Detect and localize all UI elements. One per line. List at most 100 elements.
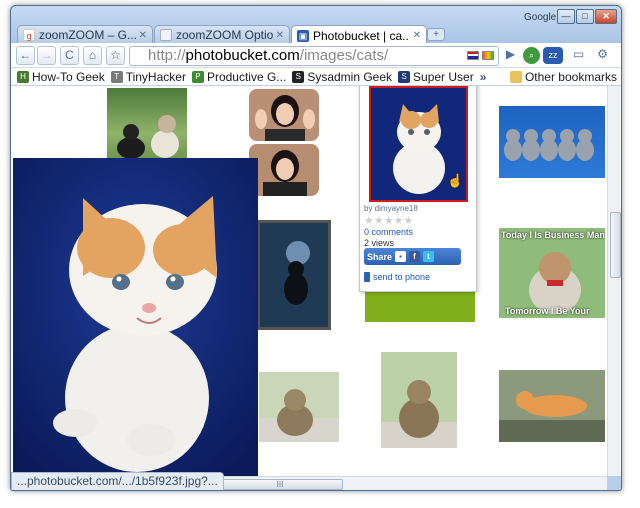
framed-cat-image	[260, 223, 328, 327]
url-scheme: http://	[148, 47, 186, 64]
tabby-cat-image-1	[259, 372, 339, 442]
folder-icon	[509, 70, 522, 83]
business-cat-image	[499, 228, 605, 318]
ginger-cat-image	[499, 370, 605, 442]
minimize-button[interactable]: —	[557, 9, 575, 24]
facebook-icon[interactable]: f	[409, 251, 421, 262]
thumbnail-tabby-sitting-1[interactable]	[259, 372, 339, 442]
zoom-preview-kitten	[13, 158, 258, 476]
back-button[interactable]: ←	[16, 46, 35, 65]
bookmark-label: TinyHacker	[125, 69, 186, 84]
photo-hover-card: by dimyayne18 ★★★★★ 0 comments 2 views S…	[359, 86, 477, 292]
kittens-row-image	[504, 129, 594, 161]
extension-page-icon[interactable]	[482, 51, 494, 60]
thumbnail-green-strip[interactable]	[365, 292, 475, 322]
business-caption-top: Today I Is Business Man	[501, 230, 605, 240]
comments-link[interactable]: 0 comments	[364, 227, 413, 237]
phone-icon	[364, 272, 370, 282]
superuser-icon: S	[398, 70, 411, 83]
woman-photo-2	[249, 144, 319, 196]
sg-icon: S	[292, 70, 305, 83]
star-bookmark-button[interactable]: ☆	[106, 46, 125, 65]
other-bookmarks-folder[interactable]: Other bookmarks	[509, 69, 617, 84]
tinyhacker-icon: T	[110, 70, 123, 83]
other-bookmarks-label: Other bookmarks	[524, 69, 617, 84]
bookmark-productive-geek[interactable]: P Productive G...	[191, 69, 287, 84]
tab-close-icon[interactable]: ✕	[139, 30, 147, 41]
woman-photo-1	[249, 89, 319, 141]
reload-button[interactable]: C	[60, 46, 79, 65]
page-favicon-icon	[160, 29, 172, 41]
zoom-level-icon[interactable]: zz	[543, 47, 563, 64]
url-host: photobucket.com	[185, 47, 300, 64]
zoom-extension-icon[interactable]: ⌕	[523, 47, 540, 64]
tab-zoomzoom-google[interactable]: g zoomZOOM – G... ✕	[17, 25, 153, 44]
bookmark-tinyhacker[interactable]: T TinyHacker	[110, 69, 186, 84]
windows-live-icon[interactable]: ▪	[395, 251, 407, 262]
tab-strip: Google — □ ✕ g zoomZOOM – G... ✕ zoomZOO…	[11, 6, 621, 45]
horizontal-scroll-thumb[interactable]: III	[217, 479, 343, 490]
thumbnail-cats-garden[interactable]	[107, 88, 187, 164]
bookmark-label: Sysadmin Geek	[307, 69, 393, 84]
home-button[interactable]: ⌂	[83, 46, 102, 65]
thumbnail-kittens-row[interactable]	[499, 106, 605, 178]
status-bubble: ...photobucket.com/.../1b5f923f.jpg?...	[11, 472, 224, 490]
bookmark-how-to-geek[interactable]: H How-To Geek	[17, 70, 105, 84]
zoomed-kitten-image	[13, 158, 258, 476]
page-content: Today I Is Business Man Tomorrow I Be Yo…	[11, 86, 607, 476]
page-menu-icon[interactable]: ▭	[569, 46, 588, 65]
pg-icon: P	[191, 70, 204, 83]
bookmark-super-user[interactable]: S Super User	[398, 70, 474, 84]
twitter-icon[interactable]: t	[423, 251, 435, 262]
photo-author[interactable]: by dimyayne18	[364, 204, 418, 213]
address-bar-indicators	[467, 51, 494, 60]
go-button[interactable]: ▶	[501, 46, 520, 65]
hand-cursor-icon: ☝	[447, 173, 464, 188]
tab-close-icon[interactable]: ✕	[276, 30, 284, 41]
address-bar[interactable]: http://photobucket.com/images/cats/	[129, 46, 499, 66]
new-tab-button[interactable]: +	[427, 28, 445, 41]
thumbnail-woman-1[interactable]	[249, 89, 319, 141]
share-label: Share	[367, 251, 393, 262]
views-count: 2 views	[364, 238, 395, 248]
forward-button[interactable]: →	[37, 46, 56, 65]
bookmarks-overflow-chevron[interactable]: »	[480, 70, 487, 84]
thumbnail-framed-cat-moon[interactable]	[257, 220, 331, 330]
bookmark-label: Super User	[413, 69, 474, 84]
htg-icon: H	[17, 70, 29, 83]
navigation-toolbar: ← → C ⌂ ☆ http://photobucket.com/images/…	[11, 43, 621, 68]
tab-title: Photobucket | ca...	[313, 28, 410, 43]
send-to-phone-link[interactable]: send to phone	[364, 272, 430, 282]
wrench-menu-icon[interactable]: ⚙	[593, 46, 612, 65]
close-button[interactable]: ✕	[595, 9, 617, 24]
vertical-scroll-thumb[interactable]	[610, 212, 621, 278]
tab-title: zoomZOOM Options	[176, 28, 273, 42]
rating-stars[interactable]: ★★★★★	[364, 214, 413, 227]
send-to-phone-label: send to phone	[373, 272, 431, 282]
tabby-cat-image-2	[381, 352, 457, 448]
tab-close-icon[interactable]: ✕	[413, 30, 421, 41]
bookmark-label: Productive G...	[206, 69, 287, 84]
maximize-button[interactable]: □	[576, 9, 594, 24]
thumbnail-ginger-cat-running[interactable]	[499, 370, 605, 442]
bookmark-label: How-To Geek	[32, 69, 105, 84]
photobucket-favicon-icon: ▣	[297, 29, 309, 42]
google-favicon-icon: g	[23, 29, 35, 41]
bookmark-sysadmin-geek[interactable]: S Sysadmin Geek	[292, 70, 392, 84]
google-brand-label: Google	[524, 12, 557, 23]
vertical-scrollbar[interactable]	[607, 86, 621, 476]
thumbnail-tabby-sitting-2[interactable]	[381, 352, 457, 448]
business-caption-bottom: Tomorrow I Be Your	[505, 306, 590, 316]
thumbnail-woman-2[interactable]	[249, 144, 319, 196]
thumbnail-business-cat[interactable]: Today I Is Business Man Tomorrow I Be Yo…	[499, 228, 605, 318]
tab-photobucket[interactable]: ▣ Photobucket | ca... ✕	[291, 25, 427, 45]
bookmarks-bar: H How-To Geek T TinyHacker P Productive …	[11, 68, 621, 86]
browser-window: Google — □ ✕ g zoomZOOM – G... ✕ zoomZOO…	[10, 5, 622, 491]
url-path: /images/cats/	[299, 47, 389, 64]
window-controls: — □ ✕	[556, 9, 617, 24]
flag-icon[interactable]	[467, 51, 479, 60]
tab-zoomzoom-options[interactable]: zoomZOOM Options ✕	[154, 25, 290, 44]
scroll-grip: III	[276, 480, 284, 489]
tab-title: zoomZOOM – G...	[39, 28, 136, 42]
share-button[interactable]: Share ▪ f t	[364, 248, 461, 265]
